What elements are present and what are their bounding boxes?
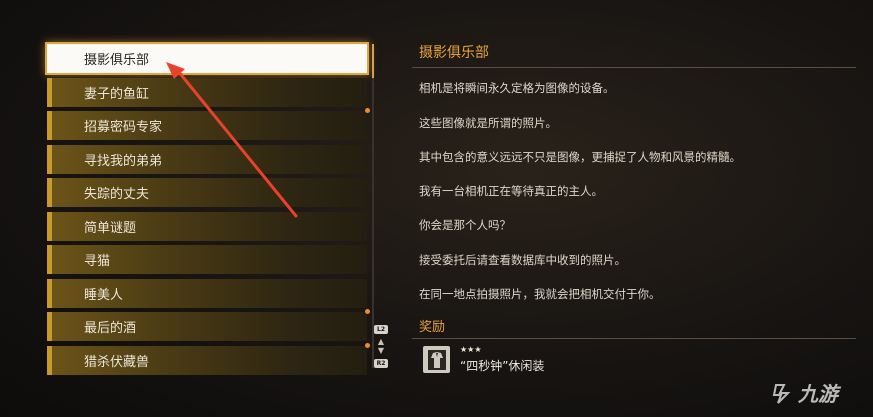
quest-item-label: 简单谜题 xyxy=(84,220,137,236)
detail-paragraph: 接受委托后请查看数据库中收到的照片。 xyxy=(419,253,626,267)
r2-button-hint: R2 xyxy=(374,359,388,368)
quest-item-label: 最后的酒 xyxy=(84,321,137,336)
reward-rarity-stars: ★★★ xyxy=(460,345,482,354)
new-indicator-dot xyxy=(365,309,370,314)
divider xyxy=(412,338,856,339)
detail-paragraph: 在同一地点拍摄照片，我就会把相机交付于你。 xyxy=(419,287,661,301)
quest-item-label: 招募密码专家 xyxy=(84,120,163,135)
scrollbar-track[interactable] xyxy=(372,44,374,368)
reward-heading: 奖励 xyxy=(419,320,446,335)
detail-paragraph: 你会是那个人吗？ xyxy=(419,218,511,232)
jiuyou-logo-icon xyxy=(772,383,791,404)
detail-paragraph: 这些图像就是所谓的照片。 xyxy=(419,116,557,130)
quest-item-label: 猎杀伏藏兽 xyxy=(84,354,150,370)
watermark-text: 九游 xyxy=(798,382,838,406)
quest-item[interactable]: 简单谜题 xyxy=(47,211,367,241)
quest-item-label: 失踪的丈夫 xyxy=(84,187,150,202)
detail-title: 摄影俱乐部 xyxy=(419,45,489,61)
new-indicator-dot xyxy=(365,342,370,348)
quest-item[interactable]: 睡美人 xyxy=(47,278,367,308)
quest-item[interactable]: 寻猫 xyxy=(47,245,367,274)
outfit-icon[interactable] xyxy=(423,346,450,373)
up-down-arrows-icon: ▲ ▼ xyxy=(377,337,385,355)
watermark: 九游 xyxy=(770,378,838,407)
quest-item-label: 寻找我的弟弟 xyxy=(84,153,163,169)
new-indicator-dot xyxy=(365,108,370,113)
quest-item-label: 睡美人 xyxy=(84,287,124,303)
quest-item-label: 寻猫 xyxy=(84,254,111,269)
detail-paragraph: 相机是将瞬间永久定格为图像的设备。 xyxy=(419,81,615,95)
quest-item[interactable]: 妻子的鱼缸 xyxy=(47,77,367,107)
quest-item[interactable]: 失踪的丈夫 xyxy=(47,178,367,207)
divider xyxy=(412,67,856,68)
quest-item[interactable]: 寻找我的弟弟 xyxy=(47,144,367,174)
detail-paragraph: 我有一台相机正在等待真正的主人。 xyxy=(419,184,603,198)
quest-list: 摄影俱乐部妻子的鱼缸招募密码专家 寻找我的弟弟 失踪的丈夫简单谜题寻猫睡美人最后的酒… xyxy=(47,44,370,379)
quest-item[interactable]: 最后的酒 xyxy=(47,309,370,341)
quest-item[interactable]: 猎杀伏藏兽 xyxy=(47,342,370,375)
detail-paragraph: 其中包含的意义远远不只是图像，更捕捉了人物和风景的精髓。 xyxy=(419,150,741,164)
quest-item[interactable]: 招募密码专家 xyxy=(47,108,370,140)
quest-item-label: 摄影俱乐部 xyxy=(84,53,150,68)
reward-name: “四秒钟”休闲装 xyxy=(460,359,545,373)
scrollbar-thumb[interactable] xyxy=(372,44,374,78)
l2-button-hint: L2 xyxy=(374,325,388,334)
quest-item[interactable]: 摄影俱乐部 xyxy=(47,44,367,73)
quest-item-label: 妻子的鱼缸 xyxy=(84,86,150,102)
